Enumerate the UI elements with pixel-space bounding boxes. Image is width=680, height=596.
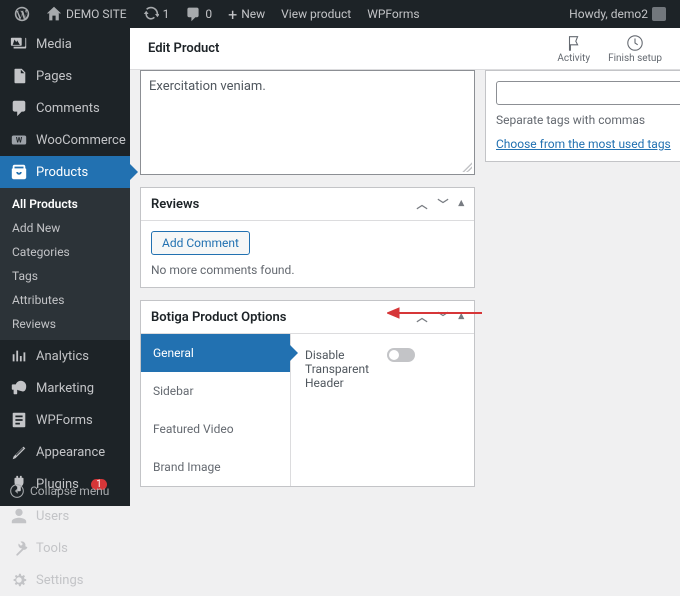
submenu-all-products[interactable]: All Products bbox=[0, 192, 130, 216]
botiga-panel: Botiga Product Options ︿ ﹀ ▴ General Sid… bbox=[140, 300, 475, 487]
products-submenu: All Products Add New Categories Tags Att… bbox=[0, 188, 130, 340]
updates[interactable]: 1 bbox=[137, 6, 176, 22]
page-title: Edit Product bbox=[148, 41, 219, 56]
move-down-icon[interactable]: ﹀ bbox=[437, 196, 448, 212]
update-icon bbox=[143, 6, 159, 22]
menu-settings[interactable]: Settings bbox=[0, 564, 130, 596]
settings-icon bbox=[10, 571, 28, 589]
media-icon bbox=[10, 35, 28, 53]
move-up-icon[interactable]: ︿ bbox=[416, 196, 427, 212]
avatar bbox=[652, 7, 666, 21]
tools-icon bbox=[10, 539, 28, 557]
description-textarea[interactable]: Exercitation veniam. bbox=[140, 70, 475, 175]
wpforms-bar[interactable]: WPForms bbox=[361, 7, 425, 21]
menu-tools[interactable]: Tools bbox=[0, 532, 130, 564]
submenu-reviews[interactable]: Reviews bbox=[0, 312, 130, 336]
menu-products[interactable]: Products bbox=[0, 156, 130, 188]
page-header: Edit Product Activity Finish setup bbox=[130, 28, 680, 70]
submenu-tags[interactable]: Tags bbox=[0, 264, 130, 288]
reviews-title: Reviews bbox=[151, 197, 199, 212]
choose-tags-link[interactable]: Choose from the most used tags bbox=[496, 137, 671, 151]
flag-icon bbox=[565, 34, 583, 52]
menu-marketing[interactable]: Marketing bbox=[0, 372, 130, 404]
reviews-panel: Reviews ︿ ﹀ ▴ Add Comment No more commen… bbox=[140, 187, 475, 288]
menu-appearance[interactable]: Appearance bbox=[0, 436, 130, 468]
appearance-icon bbox=[10, 443, 28, 461]
tag-input[interactable] bbox=[496, 81, 680, 105]
toggle-panel-icon[interactable]: ▴ bbox=[458, 196, 464, 212]
add-comment-button[interactable]: Add Comment bbox=[151, 231, 250, 255]
products-icon bbox=[10, 163, 28, 181]
users-icon bbox=[10, 507, 28, 525]
tab-featured-video[interactable]: Featured Video bbox=[141, 410, 290, 448]
tab-general[interactable]: General bbox=[141, 334, 290, 372]
menu-media[interactable]: Media bbox=[0, 28, 130, 60]
comments-icon bbox=[10, 99, 28, 117]
my-account[interactable]: Howdy, demo2 bbox=[563, 7, 672, 21]
disable-transparent-header-toggle[interactable] bbox=[387, 348, 415, 362]
tags-hint: Separate tags with commas bbox=[496, 113, 680, 127]
submenu-categories[interactable]: Categories bbox=[0, 240, 130, 264]
menu-pages[interactable]: Pages bbox=[0, 60, 130, 92]
new-content[interactable]: +New bbox=[222, 5, 271, 24]
admin-sidebar: Media Pages Comments WWooCommerce Produc… bbox=[0, 28, 130, 506]
tab-sidebar[interactable]: Sidebar bbox=[141, 372, 290, 410]
botiga-tab-content: Disable Transparent Header bbox=[291, 334, 474, 486]
site-name[interactable]: DEMO SITE bbox=[40, 6, 133, 22]
marketing-icon bbox=[10, 379, 28, 397]
pages-icon bbox=[10, 67, 28, 85]
collapse-menu[interactable]: Collapse menu bbox=[0, 476, 130, 506]
finish-setup-button[interactable]: Finish setup bbox=[608, 34, 662, 64]
admin-bar: DEMO SITE 1 0 +New View product WPForms … bbox=[0, 0, 680, 28]
comments-count[interactable]: 0 bbox=[179, 6, 218, 22]
woocommerce-icon: W bbox=[10, 131, 28, 149]
reviews-empty-text: No more comments found. bbox=[151, 263, 464, 277]
svg-text:W: W bbox=[16, 136, 23, 145]
analytics-icon bbox=[10, 347, 28, 365]
annotation-arrow-icon bbox=[387, 305, 482, 321]
botiga-title: Botiga Product Options bbox=[151, 310, 286, 325]
activity-button[interactable]: Activity bbox=[557, 34, 590, 64]
tags-panel: Add Separate tags with commas Choose fro… bbox=[485, 70, 680, 162]
menu-woocommerce[interactable]: WWooCommerce bbox=[0, 124, 130, 156]
botiga-tab-nav: General Sidebar Featured Video Brand Ima… bbox=[141, 334, 291, 486]
wpforms-icon bbox=[10, 411, 28, 429]
submenu-add-new[interactable]: Add New bbox=[0, 216, 130, 240]
menu-wpforms[interactable]: WPForms bbox=[0, 404, 130, 436]
wp-logo[interactable] bbox=[8, 6, 36, 22]
menu-analytics[interactable]: Analytics bbox=[0, 340, 130, 372]
home-icon bbox=[46, 6, 62, 22]
clock-icon bbox=[626, 34, 644, 52]
tab-brand-image[interactable]: Brand Image bbox=[141, 448, 290, 486]
wordpress-icon bbox=[14, 6, 30, 22]
disable-transparent-header-label: Disable Transparent Header bbox=[305, 348, 375, 390]
menu-comments[interactable]: Comments bbox=[0, 92, 130, 124]
comment-icon bbox=[185, 6, 201, 22]
view-product[interactable]: View product bbox=[275, 7, 357, 21]
content-area: Edit Product Activity Finish setup Exerc… bbox=[130, 28, 680, 506]
submenu-attributes[interactable]: Attributes bbox=[0, 288, 130, 312]
collapse-icon bbox=[10, 484, 24, 498]
